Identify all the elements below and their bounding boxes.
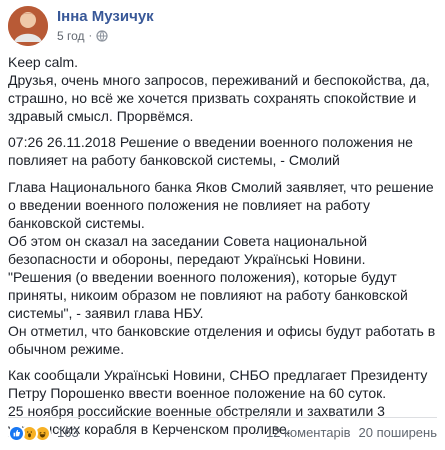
post-paragraph: Keep calm. Друзья, очень много запросов,… <box>8 54 430 124</box>
facebook-post: Інна Музичук 5 год · Keep calm. Друзья, … <box>0 0 445 450</box>
footer-divider <box>8 417 437 418</box>
post-meta: 5 год · <box>57 29 108 43</box>
post-time[interactable]: 5 год <box>57 29 85 43</box>
post-content: Keep calm. Друзья, очень много запросов,… <box>8 53 437 448</box>
engagement-counts: 12 коментарів 20 поширень <box>266 424 437 442</box>
comments-count[interactable]: 12 коментарів <box>266 424 351 442</box>
reaction-count: 163 <box>57 425 79 440</box>
author-name[interactable]: Інна Музичук <box>57 8 154 26</box>
post-paragraph: 07:26 26.11.2018 Решение о введении воен… <box>8 134 413 168</box>
separator-dot: · <box>88 30 93 42</box>
post-header: Інна Музичук 5 год · <box>8 6 438 46</box>
author-avatar[interactable] <box>8 6 48 46</box>
globe-icon <box>96 30 108 42</box>
reaction-summary[interactable]: 163 <box>8 424 79 442</box>
shares-count[interactable]: 20 поширень <box>359 424 437 442</box>
post-paragraph: Глава Национального банка Яков Смолий за… <box>8 179 436 357</box>
like-icon <box>8 424 25 442</box>
